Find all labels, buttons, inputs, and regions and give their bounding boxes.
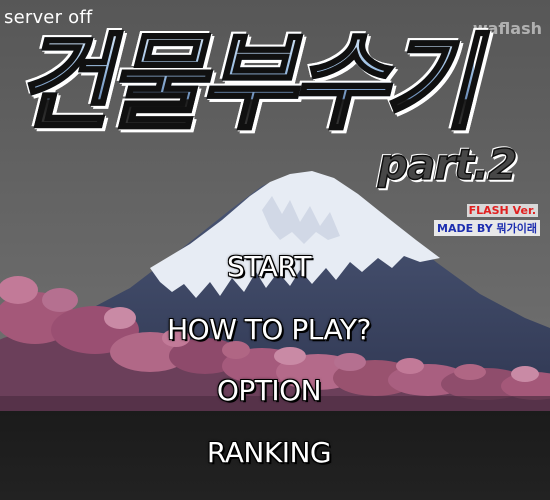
start-button[interactable]: START [0,250,538,283]
publisher-logo: waflash [472,19,542,38]
title-screen: server off waflash 건물부수기 part.2 FLASH Ve… [0,0,550,500]
how-to-play-button[interactable]: HOW TO PLAY? [0,313,538,346]
ranking-button[interactable]: RANKING [0,436,538,469]
author-credit: MADE BY 뭐가이래 [434,220,540,236]
game-title: 건물부수기 [14,18,479,148]
flash-version-label: FLASH Ver. [466,204,538,217]
option-button[interactable]: OPTION [0,374,538,407]
game-subtitle-part: part.2 [377,139,518,190]
